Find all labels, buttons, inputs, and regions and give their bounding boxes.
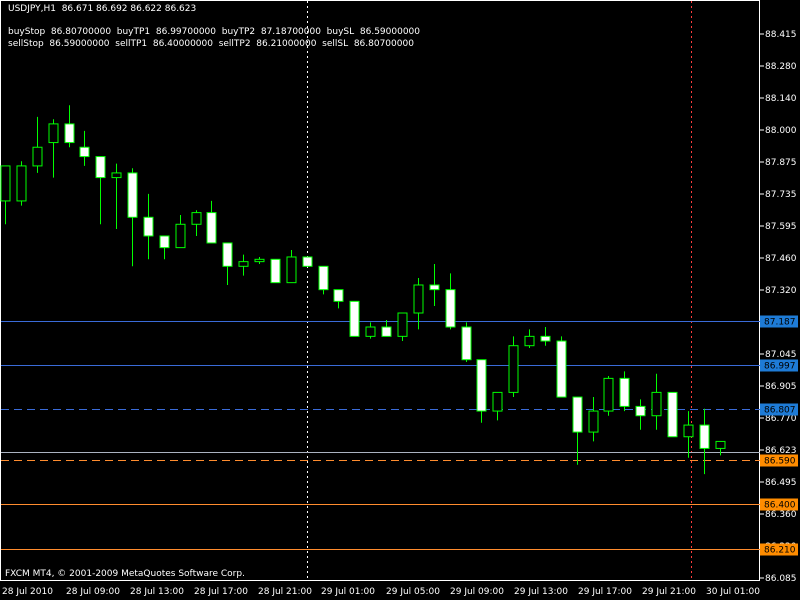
x-tick-label: 29 Jul 05:00 <box>386 587 440 597</box>
candle-body <box>381 326 392 337</box>
level-label: 87.187 <box>764 318 796 328</box>
candle-body <box>365 326 376 337</box>
candle-body <box>318 265 329 291</box>
x-tick-label: 28 Jul 13:00 <box>130 587 184 597</box>
candle-body <box>492 391 503 412</box>
candle-body <box>524 335 535 347</box>
y-tick-label: 87.320 <box>765 286 797 296</box>
candle-body <box>683 424 694 438</box>
candle-body <box>32 146 43 167</box>
candle-body <box>429 284 440 291</box>
candle-body <box>651 391 662 417</box>
x-tick-label: 28 Jul 2010 <box>2 587 53 597</box>
candle-body <box>0 165 11 202</box>
candle-body <box>79 146 90 158</box>
y-tick-label: 88.280 <box>765 62 797 72</box>
candle-body <box>572 396 583 433</box>
y-tick-label: 87.460 <box>765 254 797 264</box>
candle-body <box>206 212 217 244</box>
candle-body <box>667 391 678 438</box>
candle-body <box>270 258 281 284</box>
candlestick-chart[interactable]: 88.415 88.280 88.140 88.000 87.875 87.735 87.5… <box>0 0 800 600</box>
candle-body <box>635 405 646 417</box>
y-tick-label: 86.905 <box>765 382 797 392</box>
candle-body <box>191 212 202 225</box>
candle-body <box>476 359 487 412</box>
y-tick-label: 87.875 <box>765 158 797 168</box>
candle-body <box>16 165 27 202</box>
y-tick-label: 87.595 <box>765 222 797 232</box>
level-label: 86.807 <box>764 406 796 416</box>
candle-body <box>349 300 360 337</box>
candle-body <box>254 258 265 263</box>
candle-body <box>95 156 106 179</box>
y-tick-label: 88.415 <box>765 30 797 40</box>
candle-body <box>461 326 472 361</box>
candle-body <box>413 284 424 314</box>
candle-body <box>508 345 519 393</box>
candle-body <box>143 216 154 237</box>
x-tick-label: 28 Jul 21:00 <box>258 587 312 597</box>
y-tick-label: 86.360 <box>765 510 797 520</box>
x-tick-label: 29 Jul 13:00 <box>514 587 568 597</box>
y-tick-label: 86.495 <box>765 478 797 488</box>
level-label: 86.210 <box>764 546 796 556</box>
candle-body <box>111 172 122 179</box>
x-tick-label: 29 Jul 01:00 <box>321 587 375 597</box>
candle-body <box>715 440 726 449</box>
level-label: 86.590 <box>764 457 796 467</box>
candle-body <box>64 123 75 144</box>
candle-body <box>588 410 599 433</box>
candle-body <box>445 289 456 328</box>
y-tick-label: 87.735 <box>765 190 797 200</box>
level-label: 86.400 <box>764 501 796 511</box>
x-tick-label: 29 Jul 09:00 <box>450 587 504 597</box>
candle-body <box>175 223 186 249</box>
candle-body <box>603 377 614 412</box>
candle-body <box>556 340 567 398</box>
candle-body <box>238 261 249 267</box>
candle-body <box>699 424 710 449</box>
candle-body <box>333 289 344 302</box>
x-tick-label: 30 Jul 01:00 <box>706 587 760 597</box>
candle-body <box>302 256 313 267</box>
candle-body <box>397 312 408 337</box>
level-label: 86.997 <box>764 362 796 372</box>
y-tick-label: 88.000 <box>765 126 797 136</box>
candle-body <box>127 172 138 218</box>
candle-body <box>540 335 551 342</box>
x-tick-label: 28 Jul 09:00 <box>66 587 120 597</box>
chart-frame <box>0 0 760 581</box>
symbol-info: USDJPY,H1 86.671 86.692 86.622 86.623 <box>8 4 197 14</box>
buy-levels-text: buyStop 86.80700000 buyTP1 86.99700000 b… <box>8 27 421 37</box>
x-tick-label: 29 Jul 21:00 <box>642 587 696 597</box>
candle-body <box>222 242 233 267</box>
copyright-text: FXCM MT4, © 2001-2009 MetaQuotes Softwar… <box>5 569 245 579</box>
x-tick-label: 29 Jul 17:00 <box>578 587 632 597</box>
candle-body <box>286 256 297 284</box>
x-tick-label: 28 Jul 17:00 <box>194 587 248 597</box>
candle-body <box>48 123 59 144</box>
candle-body <box>159 235 170 249</box>
candle-body <box>619 377 630 407</box>
sell-levels-text: sellStop 86.59000000 sellTP1 86.40000000… <box>8 39 414 49</box>
y-tick-label: 86.085 <box>765 574 797 584</box>
y-tick-label: 87.045 <box>765 350 797 360</box>
y-tick-label: 88.140 <box>765 94 797 104</box>
